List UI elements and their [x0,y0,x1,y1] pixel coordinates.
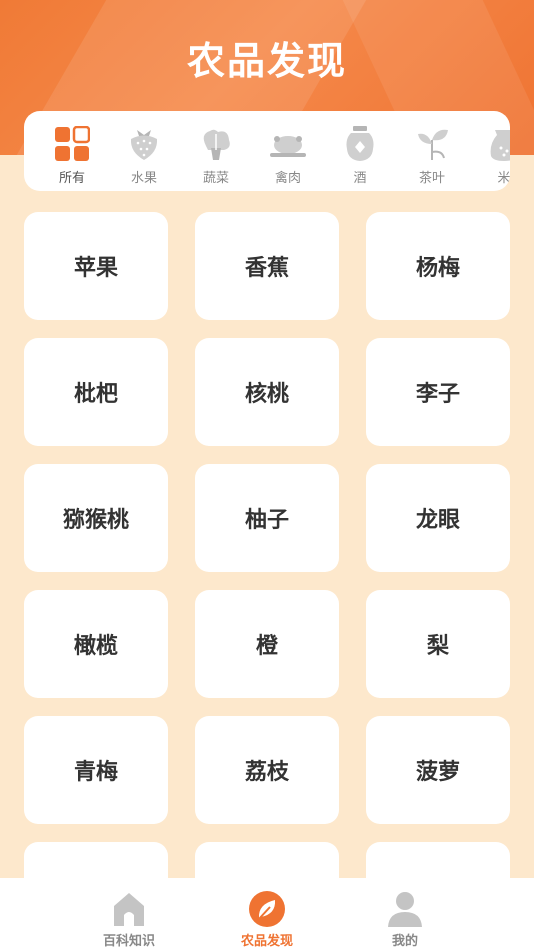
category-label: 茶叶 [418,171,445,186]
product-grid: 苹果 香蕉 杨梅 枇杷 核桃 李子 猕猴桃 柚子 龙眼 橄榄 橙 梨 青梅 荔枝… [24,212,510,950]
product-card[interactable]: 梨 [366,590,510,698]
product-card[interactable]: 菠萝 [366,716,510,824]
roast-chicken-icon [268,125,308,163]
product-card[interactable]: 核桃 [195,338,339,446]
category-poultry[interactable]: 禽肉 [252,111,324,191]
wine-jar-icon [340,125,380,163]
product-card[interactable]: 香蕉 [195,212,339,320]
category-rice[interactable]: 米 [468,111,510,191]
house-icon [110,890,148,928]
product-card[interactable]: 李子 [366,338,510,446]
category-label: 酒 [353,171,367,186]
grid-icon [52,125,92,163]
product-card[interactable]: 枇杷 [24,338,168,446]
tab-label: 百科知识 [102,934,155,949]
tab-profile[interactable]: 我的 [355,890,455,950]
category-all[interactable]: 所有 [36,111,108,191]
product-card[interactable]: 苹果 [24,212,168,320]
category-fruit[interactable]: 水果 [108,111,180,191]
tab-discover[interactable]: 农品发现 [217,890,317,950]
bottom-tab-bar: 百科知识 农品发现 我的 [0,878,534,950]
tea-leaf-icon [412,125,452,163]
tab-label: 我的 [391,934,418,949]
category-label: 所有 [58,171,85,186]
product-card[interactable]: 龙眼 [366,464,510,572]
rice-sack-icon [484,125,510,163]
person-icon [386,890,424,928]
category-vegetable[interactable]: 蔬菜 [180,111,252,191]
product-card[interactable]: 柚子 [195,464,339,572]
product-card[interactable]: 青梅 [24,716,168,824]
tab-encyclopedia[interactable]: 百科知识 [79,890,179,950]
product-card[interactable]: 橄榄 [24,590,168,698]
category-bar[interactable]: 所有 水果 蔬菜 禽肉 酒 茶叶 米 [24,111,510,191]
product-card[interactable]: 橙 [195,590,339,698]
product-card[interactable]: 荔枝 [195,716,339,824]
category-label: 蔬菜 [202,171,229,186]
category-label: 水果 [130,171,157,186]
category-tea[interactable]: 茶叶 [396,111,468,191]
cabbage-icon [196,125,236,163]
category-label: 米 [497,171,510,186]
page-title: 农品发现 [186,39,347,83]
strawberry-icon [124,125,164,163]
category-label: 禽肉 [274,171,301,186]
product-card[interactable]: 杨梅 [366,212,510,320]
category-wine[interactable]: 酒 [324,111,396,191]
product-card[interactable]: 猕猴桃 [24,464,168,572]
leaf-icon [248,890,286,928]
tab-label: 农品发现 [240,934,293,949]
